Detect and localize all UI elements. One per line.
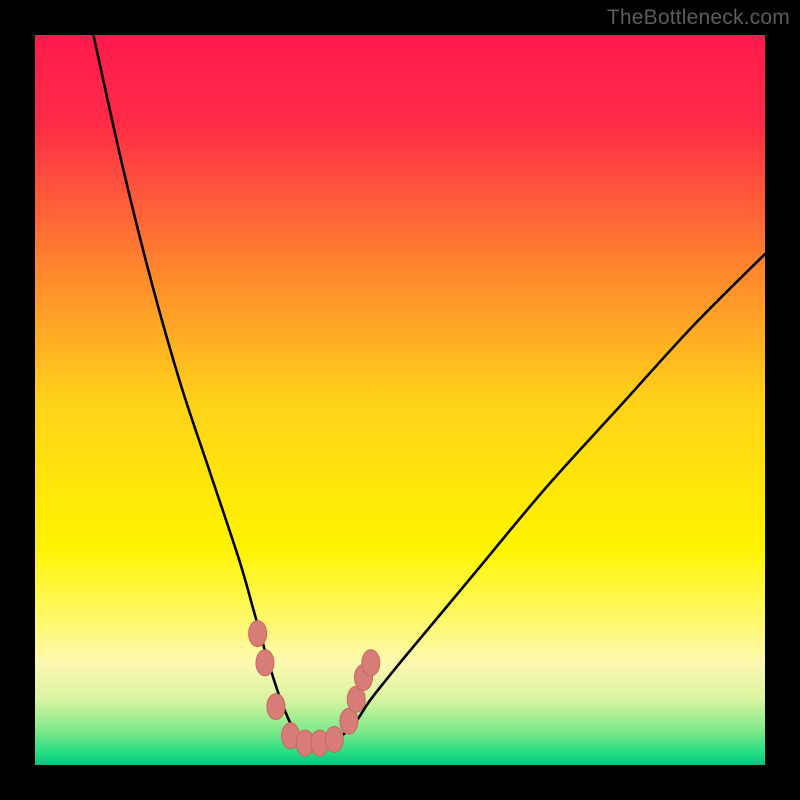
curve-marker bbox=[256, 650, 274, 676]
chart-frame: TheBottleneck.com bbox=[0, 0, 800, 800]
curve-marker bbox=[325, 726, 343, 752]
curve-layer bbox=[35, 35, 765, 765]
watermark-text: TheBottleneck.com bbox=[607, 6, 790, 30]
bottleneck-curve bbox=[93, 35, 765, 744]
curve-marker bbox=[267, 694, 285, 720]
curve-marker bbox=[362, 650, 380, 676]
marker-group bbox=[249, 621, 380, 757]
curve-marker bbox=[249, 621, 267, 647]
plot-area bbox=[35, 35, 765, 765]
